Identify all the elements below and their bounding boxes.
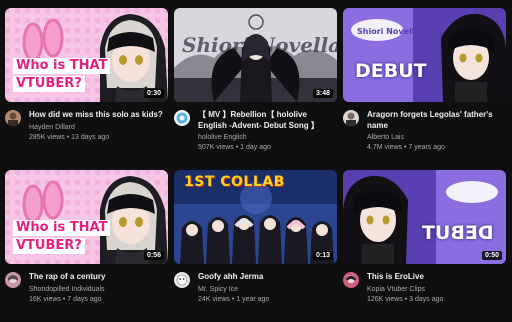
video-card[interactable]: 1ST COLLAB 0:13 Goofy ahh Jerma Mr. Spic…: [174, 170, 337, 322]
video-thumbnail[interactable]: 1ST COLLAB 0:13: [174, 170, 337, 264]
channel-name[interactable]: Kopia Vtuber Clips: [367, 285, 506, 295]
video-grid: Who is THAT VTUBER? 0:30 How did we miss…: [5, 8, 506, 322]
video-thumbnail[interactable]: Who is THAT VTUBER? 0:30: [5, 8, 168, 102]
thumbnail-image: Shiori Novella: [174, 8, 337, 102]
video-card[interactable]: Shiori Novella DEBUT Aragorn forgets Leg…: [343, 8, 506, 160]
video-title[interactable]: How did we miss this solo as kids?: [29, 110, 168, 121]
thumbnail-caption: DEBUT: [355, 60, 427, 82]
video-stats: 285K views • 13 days ago: [29, 133, 110, 141]
channel-name[interactable]: Shondopilled Individuals: [29, 285, 168, 295]
video-card[interactable]: Who is THAT VTUBER? 0:30 How did we miss…: [5, 8, 168, 160]
video-stats: 507K views • 1 day ago: [198, 144, 271, 151]
thumbnail-caption: Who is THAT: [13, 220, 111, 236]
thumbnail-image: [343, 170, 506, 264]
video-thumbnail[interactable]: DEBUT 0:50: [343, 170, 506, 264]
video-stats: 126K views • 3 days ago: [367, 295, 444, 303]
video-card[interactable]: DEBUT 0:50 This is EroLive Kopia Vtuber …: [343, 170, 506, 322]
thumbnail-caption: Who is THAT: [13, 58, 111, 74]
channel-name[interactable]: hololive English: [198, 133, 337, 143]
channel-avatar[interactable]: [343, 272, 359, 288]
video-duration: 0:13: [312, 251, 333, 260]
thumbnail-caption: VTUBER?: [13, 238, 85, 254]
video-duration: 0:50: [481, 251, 502, 260]
channel-name[interactable]: Mr. Spicy Ice: [198, 285, 337, 295]
channel-name[interactable]: Alberto Lais: [367, 133, 506, 143]
video-title[interactable]: The rap of a century: [29, 272, 168, 283]
thumbnail-image: Shiori Novella: [343, 8, 506, 102]
video-card[interactable]: Who is THAT VTUBER? 0:56 The rap of a ce…: [5, 170, 168, 322]
video-duration: 0:30: [143, 89, 164, 98]
video-duration: 0:56: [143, 251, 164, 260]
video-title[interactable]: 【 MV 】Rebellion【 hololive English -Adven…: [198, 110, 337, 131]
channel-avatar[interactable]: [174, 110, 190, 126]
video-duration: 3:48: [312, 89, 333, 98]
video-stats: 24K views • 1 year ago: [198, 295, 270, 303]
channel-name[interactable]: Hayden Dillard: [29, 123, 168, 133]
video-title[interactable]: Goofy ahh Jerma: [198, 272, 337, 283]
video-thumbnail[interactable]: Shiori Novella DEBUT: [343, 8, 506, 102]
video-thumbnail[interactable]: Who is THAT VTUBER? 0:56: [5, 170, 168, 264]
video-stats: 4.7M views • 7 years ago: [367, 144, 445, 151]
video-title[interactable]: This is EroLive: [367, 272, 506, 283]
thumbnail-caption: VTUBER?: [13, 76, 85, 92]
video-stats: 16K views • 7 days ago: [29, 295, 102, 303]
video-title[interactable]: Aragorn forgets Legolas' father's name: [367, 110, 506, 131]
video-thumbnail[interactable]: Shiori Novella 3:48: [174, 8, 337, 102]
thumbnail-caption: 1ST COLLAB: [184, 174, 285, 190]
channel-avatar[interactable]: [343, 110, 359, 126]
video-card[interactable]: Shiori Novella 3:48 【 MV 】Rebellion【 hol…: [174, 8, 337, 160]
svg-text:Shiori Novella: Shiori Novella: [357, 27, 420, 36]
thumbnail-caption: DEBUT: [422, 222, 494, 244]
channel-avatar[interactable]: [5, 272, 21, 288]
channel-avatar[interactable]: [174, 272, 190, 288]
channel-avatar[interactable]: [5, 110, 21, 126]
